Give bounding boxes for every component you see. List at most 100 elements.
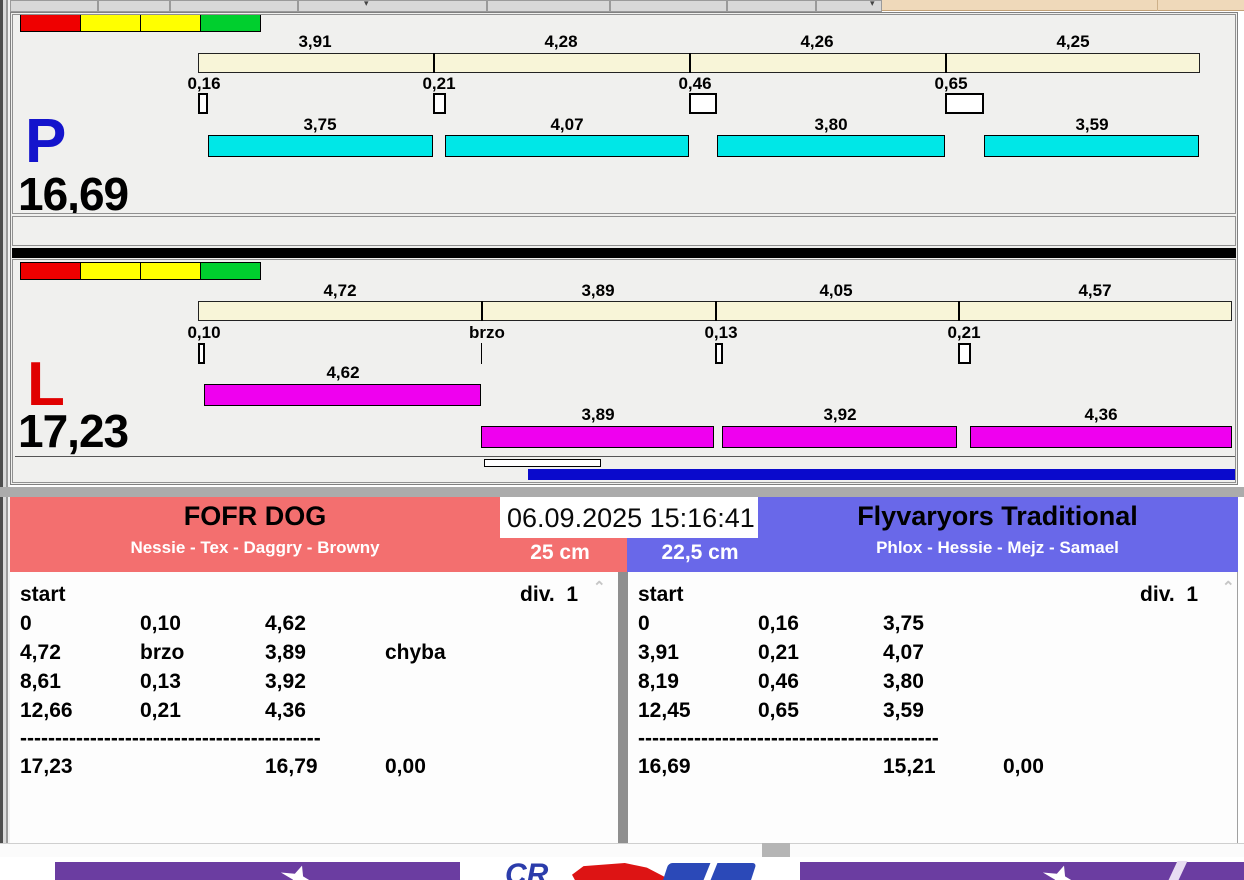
table-total-cell: 16,79	[265, 755, 318, 778]
interval-label: 0,21	[422, 74, 456, 93]
dog-run-bar	[208, 135, 433, 157]
gap-strip	[12, 216, 1236, 246]
team-name: FOFR DOG	[183, 501, 327, 531]
table-cell: 4,36	[265, 699, 306, 722]
result-panel-right: start div. 1 0 0,16 3,75 3,91 0,21 4,07 8,19 0,46…	[628, 572, 1238, 843]
lane-panel-right-team: P 16,69 3,91 4,28 4,26 4,25 0,16 0,21 0,46 0,65…	[12, 14, 1236, 214]
table-header-division: div. 1	[1140, 583, 1198, 606]
panel-right-border	[1237, 572, 1238, 843]
dog-run-bar	[717, 135, 945, 157]
toolbar-button[interactable]	[727, 0, 816, 12]
panel-divider	[618, 572, 628, 857]
traffic-light-1	[80, 15, 141, 32]
table-cell: 0,46	[758, 670, 799, 693]
split-time-label: 4,25	[1056, 32, 1090, 51]
split-time-label: 4,05	[819, 281, 853, 300]
table-total-cell: 15,21	[883, 755, 936, 778]
table-cell: 4,07	[883, 641, 924, 664]
interval-box	[198, 343, 205, 364]
interval-box	[689, 93, 717, 114]
banner-purple-block	[55, 862, 460, 880]
rerun-white-bar	[484, 459, 601, 467]
lane-bottom-line	[15, 456, 1235, 457]
lane-panel-left-team: L 17,23 4,72 3,89 4,05 4,57 0,10 brzo 0,13 0,21…	[12, 259, 1236, 483]
table-total-cell: 0,00	[385, 755, 426, 778]
horizontal-separator	[0, 487, 1244, 497]
table-cell: 8,61	[20, 670, 61, 693]
cr-logo-text: CR	[505, 858, 549, 880]
interval-label: 0,65	[934, 74, 968, 93]
traffic-light-3	[200, 15, 261, 32]
sponsor-banner: CR	[0, 857, 1244, 880]
table-cell: 0	[20, 612, 32, 635]
table-cell: 0,13	[140, 670, 181, 693]
flyball-timing-app: { "timestamp": "06.09.2025 15:16:41", "b…	[0, 0, 1244, 880]
split-time-label: 4,72	[323, 281, 357, 300]
toolbar-button[interactable]	[10, 0, 98, 12]
traffic-light-1	[80, 262, 141, 280]
table-cell: chyba	[385, 641, 446, 664]
table-cell: 3,92	[265, 670, 306, 693]
table-cell: 12,66	[20, 699, 73, 722]
top-beige-strip-divider	[1157, 0, 1158, 11]
interval-box	[433, 93, 446, 114]
table-cell: 0	[638, 612, 650, 635]
traffic-light-0	[20, 262, 81, 280]
split-divider	[715, 301, 717, 321]
interval-label: brzo	[469, 323, 505, 342]
lane-letter: P	[25, 107, 67, 176]
team-name: Flyvaryors Traditional	[857, 501, 1138, 531]
toolbar-button[interactable]	[610, 0, 727, 12]
table-cell: 3,80	[883, 670, 924, 693]
dropdown-caret-icon: ▾	[870, 0, 875, 9]
bottom-grip	[762, 843, 790, 857]
interval-box	[958, 343, 971, 364]
split-divider	[958, 301, 960, 321]
table-cell: brzo	[140, 641, 185, 664]
table-cell: 8,19	[638, 670, 679, 693]
dog-time-label: 3,92	[823, 405, 857, 424]
table-separator: ----------------------------------------…	[20, 727, 321, 750]
interval-label: 0,16	[187, 74, 221, 93]
split-divider	[689, 53, 691, 73]
interval-label: 0,13	[704, 323, 738, 342]
progress-blue-bar	[528, 469, 1235, 480]
dog-time-label: 3,89	[581, 405, 615, 424]
dog-time-label: 4,36	[1084, 405, 1118, 424]
dog-run-bar	[970, 426, 1232, 448]
lane-total-time: 17,23	[18, 405, 129, 457]
interval-box	[715, 343, 723, 364]
traffic-light-0	[20, 15, 81, 32]
table-cell: 3,59	[883, 699, 924, 722]
toolbar-dropdown[interactable]	[298, 0, 487, 12]
result-panel-left: start div. 1 0 0,10 4,62 4,72 brzo 3,89 chyba 8,6…	[10, 572, 618, 843]
traffic-light-2	[140, 15, 201, 32]
table-cell: 3,75	[883, 612, 924, 635]
split-time-label: 3,91	[298, 32, 332, 51]
toolbar-button[interactable]	[170, 0, 298, 12]
toolbar-button[interactable]	[98, 0, 170, 12]
dog-run-bar	[722, 426, 957, 448]
traffic-light-3	[200, 262, 261, 280]
split-time-label: 3,89	[581, 281, 615, 300]
scroll-up-icon[interactable]: ⌃	[593, 578, 606, 596]
split-time-label: 4,57	[1078, 281, 1112, 300]
table-cell: 0,21	[758, 641, 799, 664]
toolbar-button[interactable]	[487, 0, 610, 12]
table-total-cell: 17,23	[20, 755, 73, 778]
split-divider	[433, 53, 435, 73]
jump-height: 25 cm	[530, 541, 590, 564]
table-header-start: start	[638, 583, 684, 606]
table-cell: 4,62	[265, 612, 306, 635]
table-cell: 3,89	[265, 641, 306, 664]
timestamp-box: 06.09.2025 15:16:41	[500, 497, 758, 538]
scroll-up-icon[interactable]: ⌃	[1222, 578, 1235, 596]
table-cell: 0,21	[140, 699, 181, 722]
table-total-cell: 0,00	[1003, 755, 1044, 778]
dropdown-caret-icon: ▾	[364, 0, 369, 9]
table-header-start: start	[20, 583, 66, 606]
interval-label: 0,10	[187, 323, 221, 342]
early-start-tick	[481, 343, 482, 364]
dog-time-label: 4,07	[550, 115, 584, 134]
lane-total-time: 16,69	[18, 168, 129, 214]
